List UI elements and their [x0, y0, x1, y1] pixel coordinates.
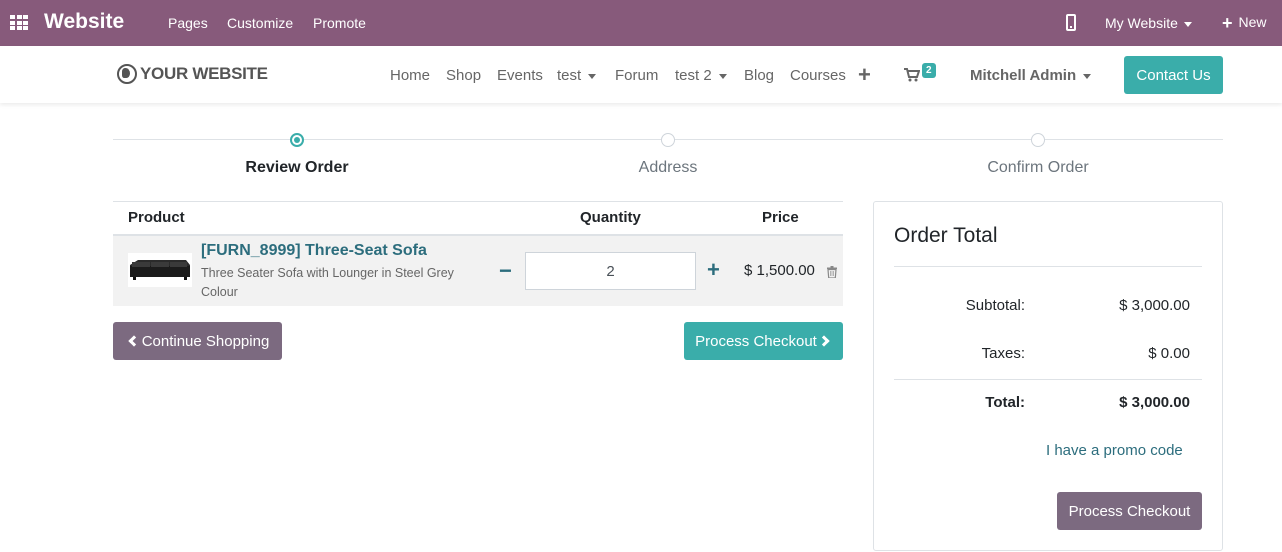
- plus-icon: +: [1222, 13, 1233, 33]
- nav-blog[interactable]: Blog: [744, 67, 774, 84]
- total-label: Total:: [985, 394, 1025, 411]
- cart-icon[interactable]: [904, 68, 920, 82]
- caret-down-icon: [718, 73, 727, 79]
- caret-down-icon: [1183, 21, 1192, 27]
- total-value: $ 3,000.00: [1119, 394, 1190, 411]
- nav-events[interactable]: Events: [497, 67, 543, 84]
- order-total-title: Order Total: [894, 224, 998, 247]
- add-menu-plus-icon[interactable]: +: [858, 62, 871, 88]
- website-switcher-label: My Website: [1105, 15, 1178, 31]
- continue-shopping-label: Continue Shopping: [141, 332, 270, 350]
- subtotal-label: Subtotal:: [965, 297, 1025, 314]
- wizard-step-dot-confirm: [1031, 133, 1045, 147]
- wizard-step-address: Address: [638, 159, 698, 176]
- quantity-decrease-button[interactable]: −: [499, 260, 512, 282]
- line-price: $ 1,500.00: [744, 262, 815, 279]
- nav-test2-label: test 2: [675, 67, 712, 84]
- trash-icon[interactable]: [827, 265, 837, 283]
- apps-grid-icon[interactable]: [10, 15, 28, 30]
- caret-down-icon: [588, 73, 597, 79]
- wizard-step-review: Review Order: [245, 159, 349, 176]
- product-description: Three Seater Sofa with Lounger in Steel …: [201, 266, 454, 299]
- card-divider: [894, 266, 1202, 267]
- table-top-border: [113, 201, 843, 202]
- nav-test-label: test: [557, 67, 582, 84]
- nav-test-dropdown[interactable]: test: [557, 67, 597, 84]
- globe-icon: [117, 64, 137, 84]
- quantity-input[interactable]: [525, 252, 696, 290]
- wizard-step-dot-address: [661, 133, 675, 147]
- column-header-quantity: Quantity: [580, 209, 641, 226]
- logo-text: YOUR WEBSITE: [140, 64, 268, 83]
- chevron-left-icon: [128, 335, 140, 347]
- contact-us-button[interactable]: Contact Us: [1124, 56, 1223, 94]
- taxes-label: Taxes:: [981, 345, 1025, 362]
- site-header: YOUR WEBSITE Home Shop Events test Forum…: [0, 46, 1282, 103]
- website-switcher[interactable]: My Website: [1105, 15, 1192, 31]
- column-header-price: Price: [762, 209, 799, 226]
- user-name: Mitchell Admin: [970, 67, 1077, 84]
- chevron-right-icon: [818, 335, 830, 347]
- cart-count-badge: 2: [922, 63, 936, 78]
- caret-down-icon: [1083, 73, 1092, 79]
- process-checkout-button[interactable]: Process Checkout: [684, 322, 843, 360]
- wizard-step-dot-review: [290, 133, 304, 147]
- nav-courses[interactable]: Courses: [790, 67, 846, 84]
- card-divider: [894, 379, 1202, 380]
- wizard-step-confirm: Confirm Order: [987, 159, 1089, 176]
- nav-shop[interactable]: Shop: [446, 67, 481, 84]
- continue-shopping-button[interactable]: Continue Shopping: [113, 322, 282, 360]
- menu-customize[interactable]: Customize: [227, 15, 293, 31]
- process-checkout-label: Process Checkout: [695, 332, 817, 350]
- new-button-label: New: [1238, 14, 1267, 30]
- taxes-value: $ 0.00: [1148, 345, 1190, 362]
- mobile-preview-icon[interactable]: [1066, 14, 1076, 31]
- product-name-link[interactable]: [FURN_8999] Three-Seat Sofa: [201, 242, 427, 260]
- nav-test2-dropdown[interactable]: test 2: [675, 67, 727, 84]
- new-button[interactable]: + New: [1222, 13, 1267, 34]
- site-logo[interactable]: YOUR WEBSITE: [117, 64, 268, 84]
- product-image[interactable]: [128, 253, 192, 287]
- nav-home[interactable]: Home: [390, 67, 430, 84]
- nav-forum[interactable]: Forum: [615, 67, 658, 84]
- quantity-increase-button[interactable]: +: [707, 258, 720, 282]
- user-menu[interactable]: Mitchell Admin: [970, 67, 1092, 84]
- column-header-product: Product: [128, 209, 185, 226]
- menu-pages[interactable]: Pages: [168, 15, 208, 31]
- menu-promote[interactable]: Promote: [313, 15, 366, 31]
- card-process-checkout-button[interactable]: Process Checkout: [1057, 492, 1202, 530]
- admin-navbar: Website Pages Customize Promote My Websi…: [0, 0, 1282, 46]
- app-title: Website: [44, 10, 125, 33]
- subtotal-value: $ 3,000.00: [1119, 297, 1190, 314]
- promo-code-link[interactable]: I have a promo code: [1046, 442, 1183, 459]
